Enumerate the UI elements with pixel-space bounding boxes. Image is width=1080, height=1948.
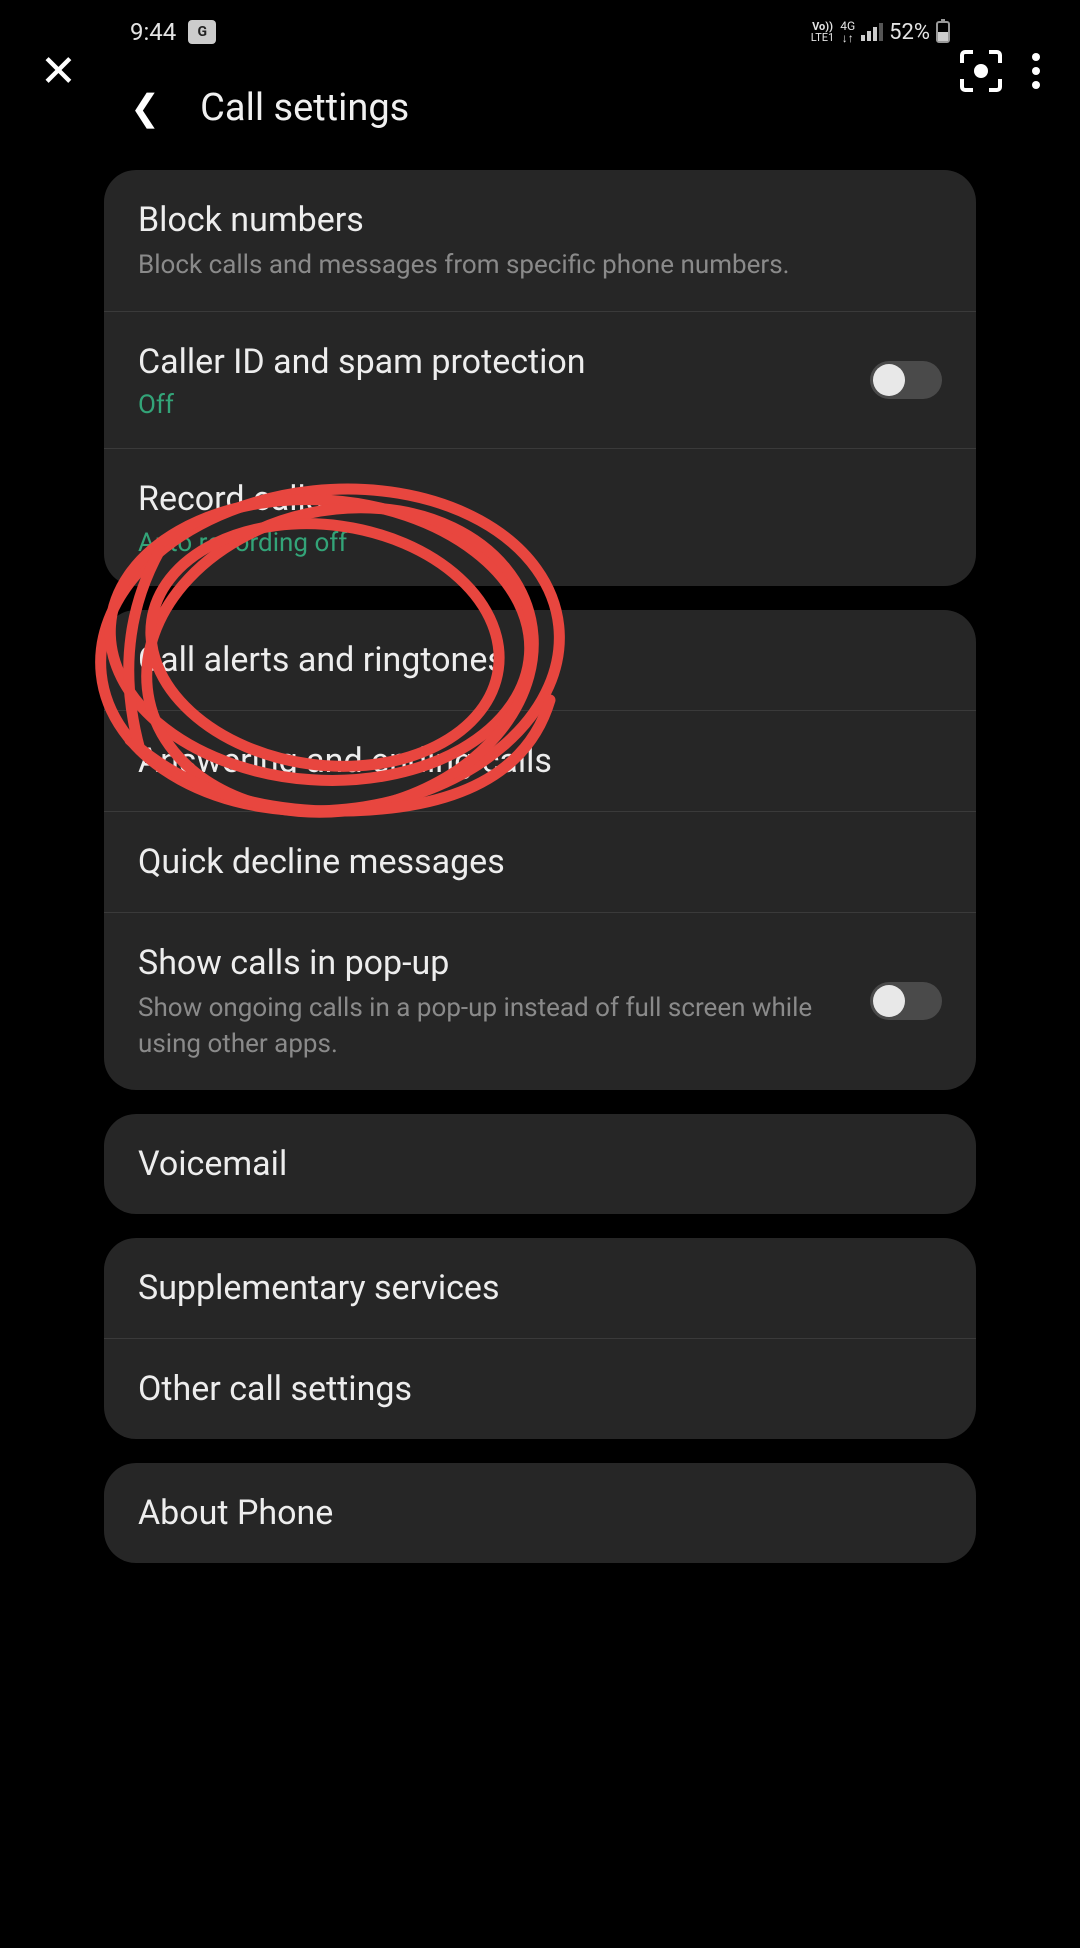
block-numbers-item[interactable]: Block numbers Block calls and messages f… <box>104 170 976 312</box>
popup-toggle[interactable] <box>870 982 942 1020</box>
google-icon: G <box>188 20 216 44</box>
settings-group-5: About Phone <box>104 1463 976 1563</box>
call-alerts-item[interactable]: Call alerts and ringtones <box>104 610 976 711</box>
answering-title: Answering and ending calls <box>138 739 942 783</box>
signal-icon <box>861 23 883 41</box>
settings-group-4: Supplementary services Other call settin… <box>104 1238 976 1439</box>
network-type: 4G ↓↑ <box>840 20 855 44</box>
quick-decline-title: Quick decline messages <box>138 840 942 884</box>
other-settings-item[interactable]: Other call settings <box>104 1339 976 1439</box>
call-alerts-title: Call alerts and ringtones <box>138 638 942 682</box>
popup-title: Show calls in pop-up <box>138 941 850 985</box>
close-icon[interactable]: ✕ <box>40 45 77 97</box>
settings-group-1: Block numbers Block calls and messages f… <box>104 170 976 586</box>
answering-item[interactable]: Answering and ending calls <box>104 711 976 812</box>
about-phone-title: About Phone <box>138 1491 942 1535</box>
volte-indicator: Vo)) LTE1 <box>811 21 834 43</box>
settings-group-3: Voicemail <box>104 1114 976 1214</box>
record-calls-subtitle: Auto recording off <box>138 528 942 558</box>
popup-item[interactable]: Show calls in pop-up Show ongoing calls … <box>104 913 976 1089</box>
block-numbers-subtitle: Block calls and messages from specific p… <box>138 248 942 283</box>
overflow-menu-icon[interactable] <box>1032 53 1040 89</box>
quick-decline-item[interactable]: Quick decline messages <box>104 812 976 913</box>
about-phone-item[interactable]: About Phone <box>104 1463 976 1563</box>
caller-id-item[interactable]: Caller ID and spam protection Off <box>104 312 976 449</box>
smart-select-icon[interactable] <box>960 50 1002 92</box>
status-time: 9:44 <box>130 18 176 46</box>
caller-id-subtitle: Off <box>138 390 850 420</box>
supplementary-title: Supplementary services <box>138 1266 942 1310</box>
block-numbers-title: Block numbers <box>138 198 942 242</box>
battery-percent: 52% <box>889 20 930 45</box>
battery-icon <box>936 21 950 43</box>
settings-group-2: Call alerts and ringtones Answering and … <box>104 610 976 1090</box>
other-settings-title: Other call settings <box>138 1367 942 1411</box>
record-calls-title: Record calls <box>138 477 942 521</box>
voicemail-item[interactable]: Voicemail <box>104 1114 976 1214</box>
supplementary-item[interactable]: Supplementary services <box>104 1238 976 1339</box>
caller-id-toggle[interactable] <box>870 361 942 399</box>
caller-id-title: Caller ID and spam protection <box>138 340 850 384</box>
popup-subtitle: Show ongoing calls in a pop-up instead o… <box>138 991 850 1061</box>
voicemail-title: Voicemail <box>138 1142 942 1186</box>
record-calls-item[interactable]: Record calls Auto recording off <box>104 449 976 585</box>
